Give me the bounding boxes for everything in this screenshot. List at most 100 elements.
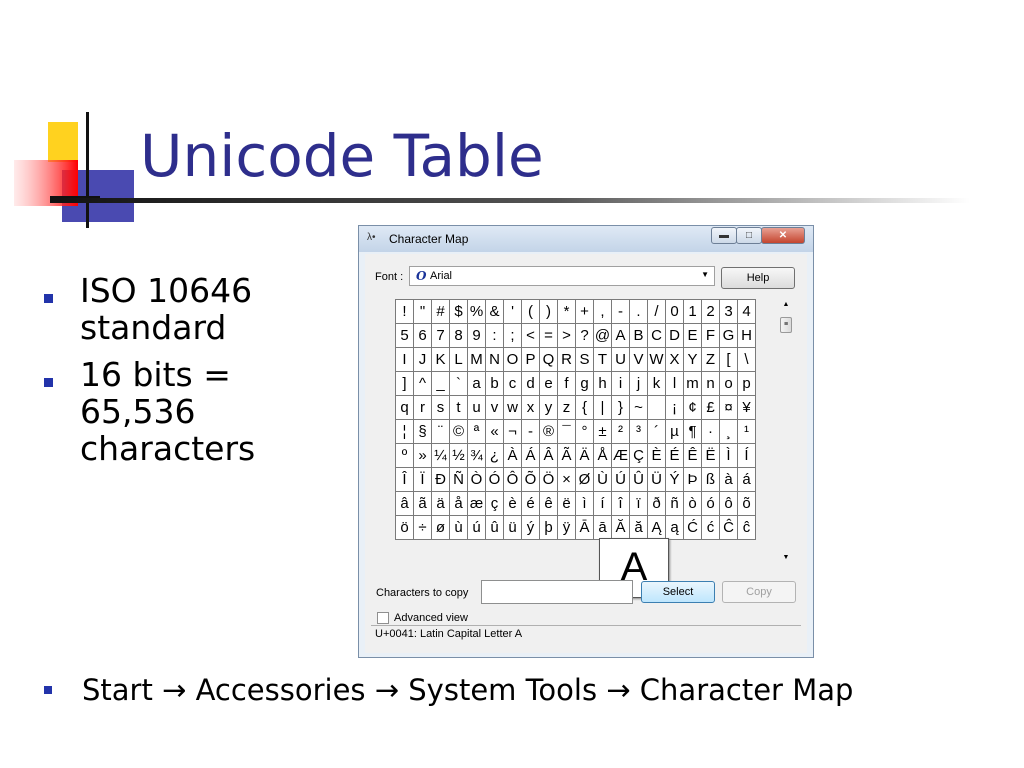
character-cell[interactable]: | [593,395,612,420]
character-cell[interactable]: ½ [449,443,468,468]
character-cell[interactable]: e [539,371,558,396]
character-cell[interactable]: u [467,395,486,420]
character-cell[interactable]: ¢ [683,395,702,420]
character-cell[interactable]: Ą [647,515,666,540]
character-cell[interactable]: Ù [593,467,612,492]
character-cell[interactable]: Â [539,443,558,468]
character-cell[interactable]: ö [395,515,414,540]
character-cell[interactable]: ¸ [719,419,738,444]
character-cell[interactable]: - [611,299,630,324]
character-cell[interactable]: 9 [467,323,486,348]
character-cell[interactable]: ( [521,299,540,324]
character-cell[interactable]: Ý [665,467,684,492]
character-cell[interactable]: M [467,347,486,372]
character-cell[interactable]: L [449,347,468,372]
character-cell[interactable]: ß [701,467,720,492]
character-cell[interactable]: : [485,323,504,348]
character-cell[interactable]: 2 [701,299,720,324]
character-cell[interactable]: h [593,371,612,396]
character-cell[interactable]: ` [449,371,468,396]
character-cell[interactable]: ý [521,515,540,540]
copy-button[interactable]: Copy [722,581,796,603]
character-cell[interactable]: E [683,323,702,348]
character-cell[interactable]: É [665,443,684,468]
character-cell[interactable]: Ø [575,467,594,492]
character-cell[interactable]: ć [701,515,720,540]
character-cell[interactable]: þ [539,515,558,540]
character-cell[interactable]: P [521,347,540,372]
character-cell[interactable]: R [557,347,576,372]
character-cell[interactable]: § [413,419,432,444]
character-cell[interactable]: ¡ [665,395,684,420]
character-cell[interactable]: * [557,299,576,324]
character-cell[interactable]: · [701,419,720,444]
character-cell[interactable]: ä [431,491,450,516]
character-cell[interactable]: . [629,299,648,324]
character-cell[interactable]: ª [467,419,486,444]
character-cell[interactable]: Y [683,347,702,372]
character-cell[interactable]: ¹ [737,419,756,444]
character-cell[interactable]: y [539,395,558,420]
character-cell[interactable]: ç [485,491,504,516]
character-cell[interactable]: _ [431,371,450,396]
character-cell[interactable]: = [539,323,558,348]
character-cell[interactable]: ò [683,491,702,516]
character-cell[interactable]: Ú [611,467,630,492]
character-cell[interactable]: 5 [395,323,414,348]
character-cell[interactable]: U [611,347,630,372]
character-cell[interactable]: [ [719,347,738,372]
character-cell[interactable]: £ [701,395,720,420]
character-cell[interactable]: j [629,371,648,396]
character-cell[interactable]: è [503,491,522,516]
character-cell[interactable]: x [521,395,540,420]
character-cell[interactable]: ¿ [485,443,504,468]
character-cell[interactable]: æ [467,491,486,516]
character-cell[interactable]: Ê [683,443,702,468]
character-cell[interactable]: Ñ [449,467,468,492]
character-cell[interactable]: ù [449,515,468,540]
character-cell[interactable]: Ā [575,515,594,540]
character-cell[interactable]: ô [719,491,738,516]
character-cell[interactable]: ^ [413,371,432,396]
character-cell[interactable]: c [503,371,522,396]
character-cell[interactable]: v [485,395,504,420]
character-cell[interactable]: Ï [413,467,432,492]
character-cell[interactable]: \ [737,347,756,372]
character-cell[interactable]: Î [395,467,414,492]
character-cell[interactable]: p [737,371,756,396]
character-cell[interactable]: - [521,419,540,444]
character-cell[interactable]: T [593,347,612,372]
character-cell[interactable]: ¨ [431,419,450,444]
character-cell[interactable]: J [413,347,432,372]
character-cell[interactable]: Ã [557,443,576,468]
help-button[interactable]: Help [721,267,795,289]
character-cell[interactable]: O [503,347,522,372]
character-cell[interactable]: A [611,323,630,348]
scroll-down-icon[interactable]: ▼ [779,554,793,561]
character-cell[interactable]: ± [593,419,612,444]
character-cell[interactable]: $ [449,299,468,324]
character-cell[interactable]: À [503,443,522,468]
character-cell[interactable]: / [647,299,666,324]
character-cell[interactable]: Ä [575,443,594,468]
character-cell[interactable]: ê [539,491,558,516]
character-cell[interactable]: z [557,395,576,420]
character-cell[interactable]: ñ [665,491,684,516]
character-cell[interactable]: ¾ [467,443,486,468]
character-cell[interactable]: ã [413,491,432,516]
character-cell[interactable]: ) [539,299,558,324]
character-cell[interactable]: ¦ [395,419,414,444]
character-cell[interactable]: ' [503,299,522,324]
character-cell[interactable]: s [431,395,450,420]
character-cell[interactable]: K [431,347,450,372]
character-cell[interactable]: Ć [683,515,702,540]
maximize-button[interactable]: □ [736,227,762,244]
character-cell[interactable]: F [701,323,720,348]
character-cell[interactable]: ð [647,491,666,516]
character-cell[interactable]: N [485,347,504,372]
character-cell[interactable]: Þ [683,467,702,492]
character-cell[interactable]: ú [467,515,486,540]
advanced-view-option[interactable]: Advanced view [377,612,468,624]
character-cell[interactable]: b [485,371,504,396]
character-cell[interactable]: ² [611,419,630,444]
